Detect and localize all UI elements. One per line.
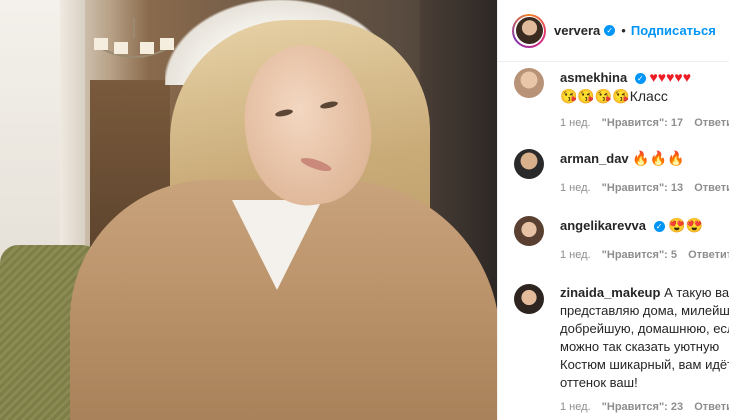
comment-likes[interactable]: "Нравится": 13 [602,182,683,194]
comment-avatar[interactable] [514,68,544,98]
comment-text: 🔥🔥🔥 [632,150,685,166]
comment-text-line: добрейшую, домашнюю, если [560,321,729,336]
comment-username[interactable]: arman_dav [560,151,629,166]
comment-age: 1 нед. [560,401,591,413]
comment-username[interactable]: angelikarevva [560,218,646,233]
verified-badge-icon: ✓ [634,73,646,85]
comment-text: А такую вас [664,285,729,300]
comment-username[interactable]: zinaida_makeup [560,285,660,300]
comment-text: ♥♥♥♥♥ [649,69,692,85]
comment-likes[interactable]: "Нравится": 23 [602,401,683,413]
comment-text-line: 😘😘😘😘Класс [560,88,668,104]
post-username[interactable]: ververa [554,23,600,38]
comment-text-line: оттенок ваш! [560,375,638,390]
verified-badge-icon: ✓ [653,221,665,233]
reply-button[interactable]: Ответить [688,249,729,261]
comment-text: 😍😍 [668,217,704,233]
comment-text-line: представляю дома, милейшая [560,303,729,318]
comment-username[interactable]: asmekhina [560,70,627,85]
curtain [60,0,85,260]
verified-badge-icon: ✓ [604,25,616,36]
separator-dot: • [621,23,626,38]
comment-meta: 1 нед. "Нравится": 17 Ответить [560,114,729,132]
comment-likes[interactable]: "Нравится": 17 [602,117,683,129]
reply-button[interactable]: Ответить [694,182,729,194]
comment-age: 1 нед. [560,249,591,261]
follow-button[interactable]: Подписаться [631,23,716,38]
profile-avatar[interactable] [512,13,546,48]
post-header: ververa ✓ • Подписаться [498,0,729,62]
comment-meta: 1 нед. "Нравится": 13 Ответить [560,179,729,197]
comment-likes[interactable]: "Нравится": 5 [602,249,677,261]
reply-button[interactable]: Ответить [694,401,729,413]
comment-avatar[interactable] [514,149,544,179]
comment-avatar[interactable] [514,216,544,246]
comment-meta: 1 нед. "Нравится": 23 Ответить [560,398,729,416]
comment-age: 1 нед. [560,182,591,194]
post-photo[interactable] [0,0,497,420]
reply-button[interactable]: Ответить [694,117,729,129]
comment-meta: 1 нед. "Нравится": 5 Ответить [560,246,729,264]
comment-avatar[interactable] [514,284,544,314]
comment-text-line: Костюм шикарный, вам идёт [560,357,729,372]
comment-age: 1 нед. [560,117,591,129]
comment-text-line: можно так сказать уютную [560,339,720,354]
comments-panel: ververa ✓ • Подписаться asmekhina ✓ ♥♥♥♥… [497,0,729,420]
